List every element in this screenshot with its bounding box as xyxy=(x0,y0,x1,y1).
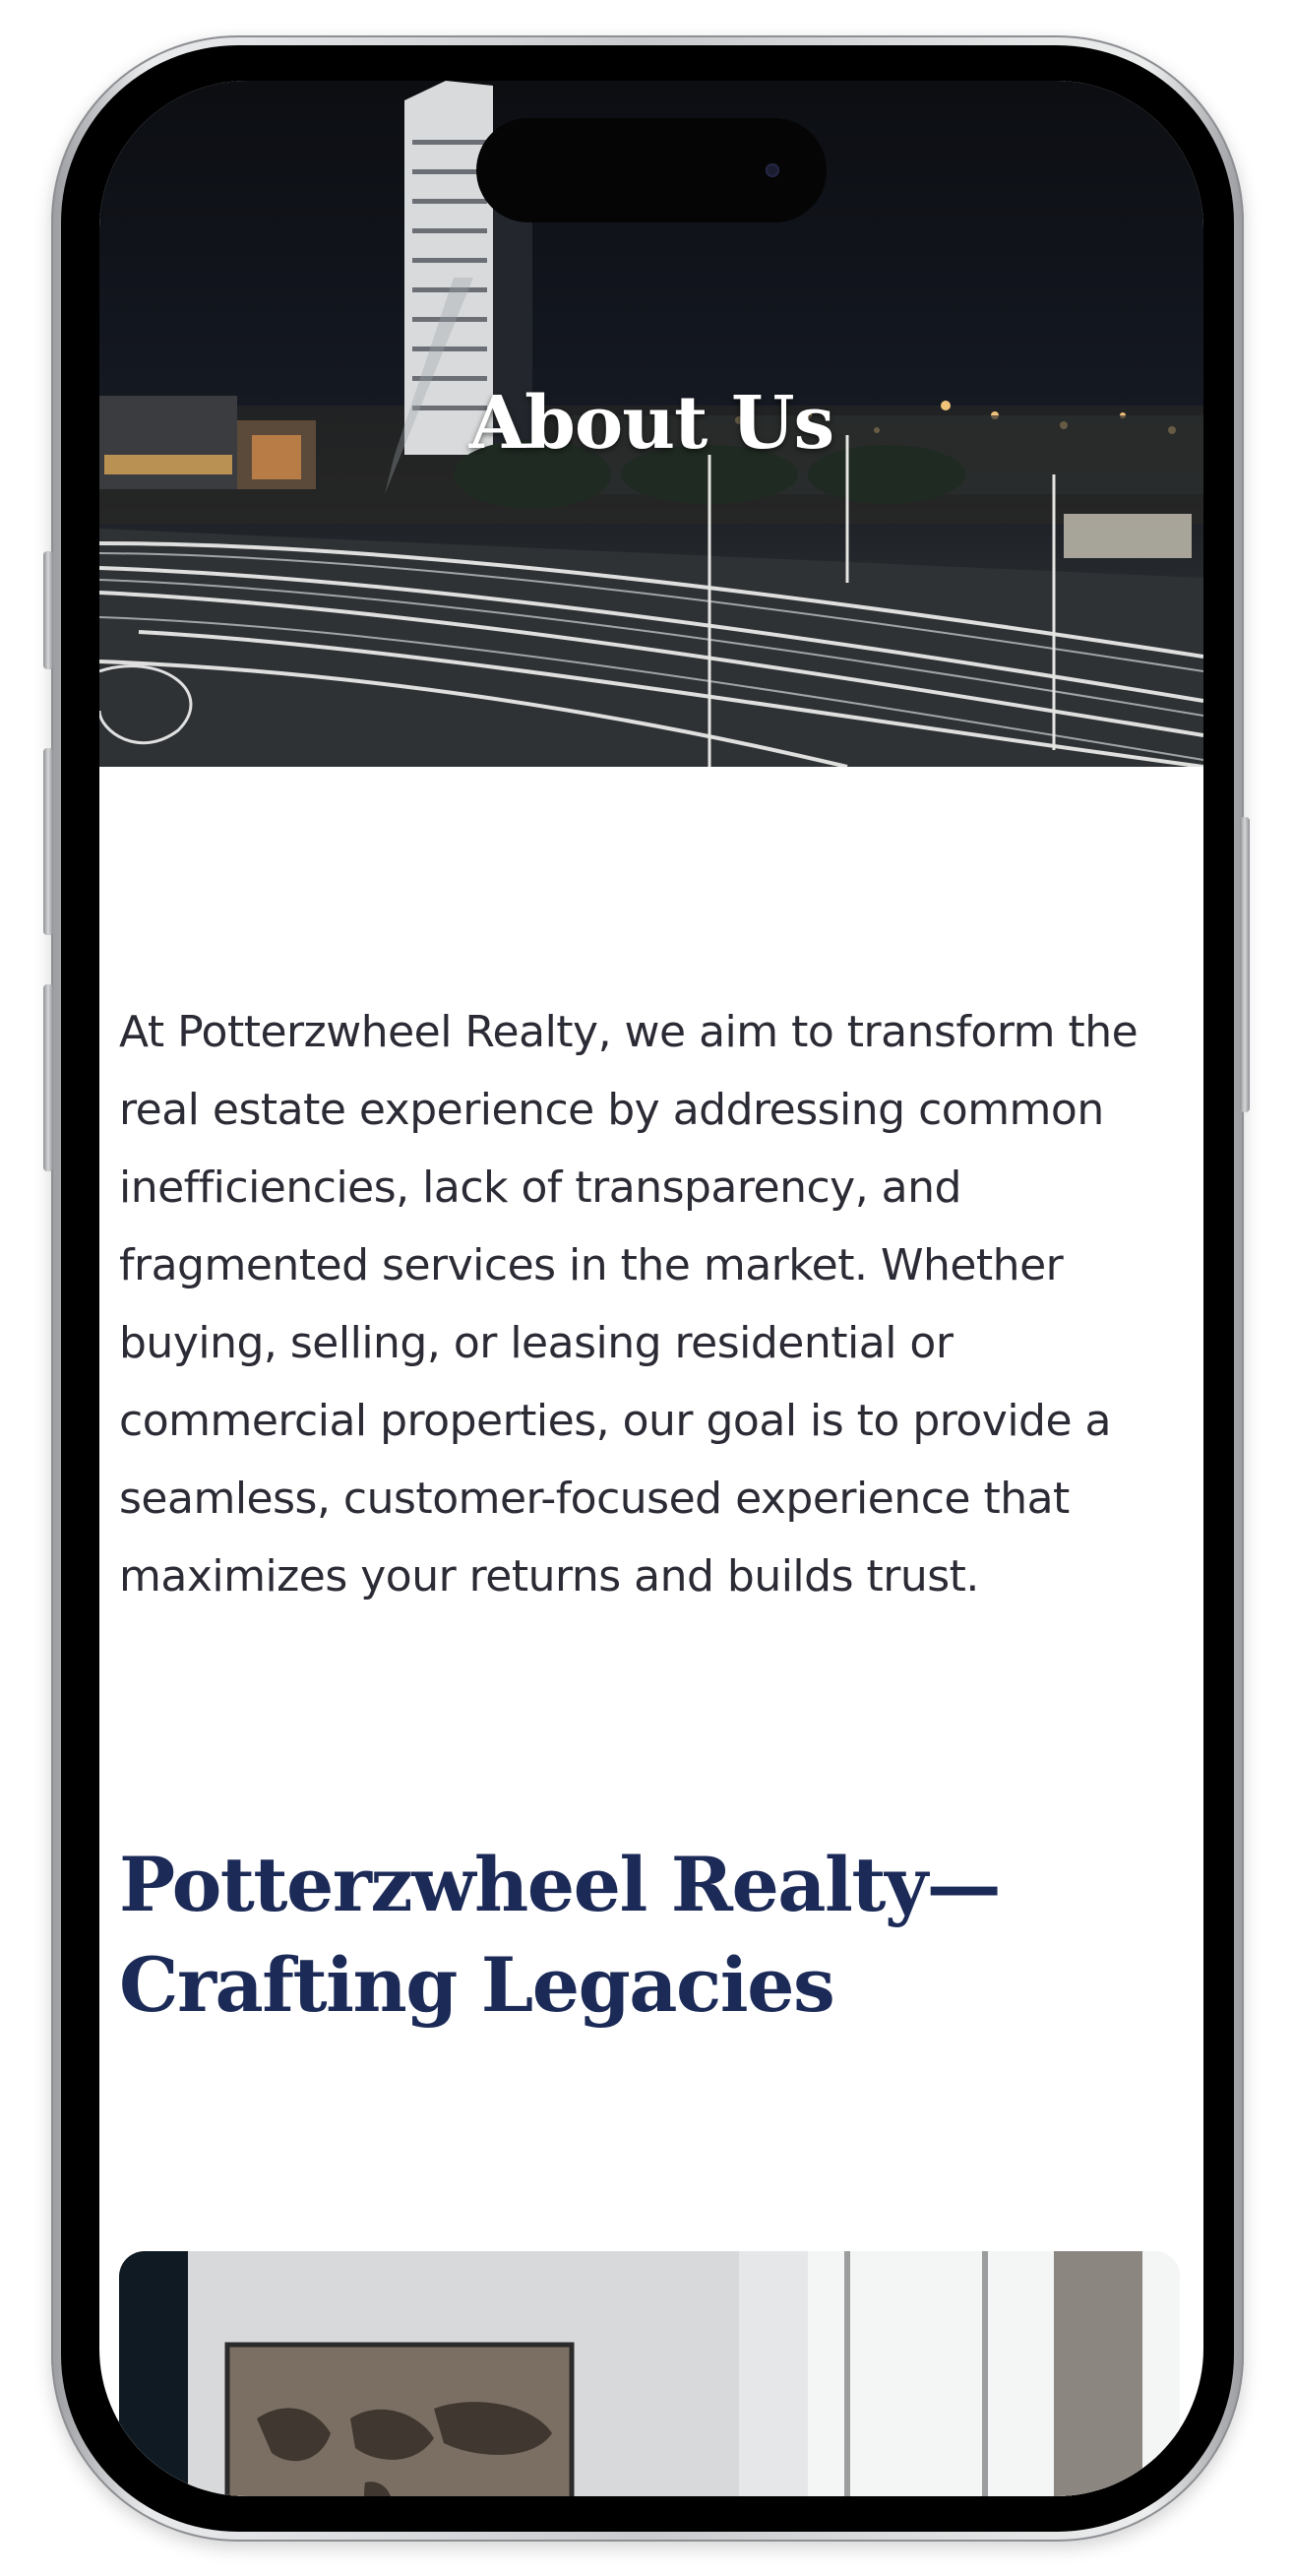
intro-paragraph: At Potterzwheel Realty, we aim to transf… xyxy=(119,1007,1139,1602)
page-title: About Us xyxy=(468,381,834,466)
section-heading: Potterzwheel Realty—Crafting Legacies xyxy=(119,1841,1002,2029)
team-meeting-image xyxy=(119,2251,1180,2496)
office-team-meeting-photo xyxy=(119,2251,1180,2496)
volume-up-button xyxy=(43,748,53,935)
dynamic-island xyxy=(476,118,827,222)
action-button xyxy=(43,551,53,669)
power-button xyxy=(1240,817,1250,1112)
screen: About Us At Potterzwheel Realty, we aim … xyxy=(99,81,1203,2496)
camera-icon xyxy=(766,163,779,177)
volume-down-button xyxy=(43,984,53,1171)
